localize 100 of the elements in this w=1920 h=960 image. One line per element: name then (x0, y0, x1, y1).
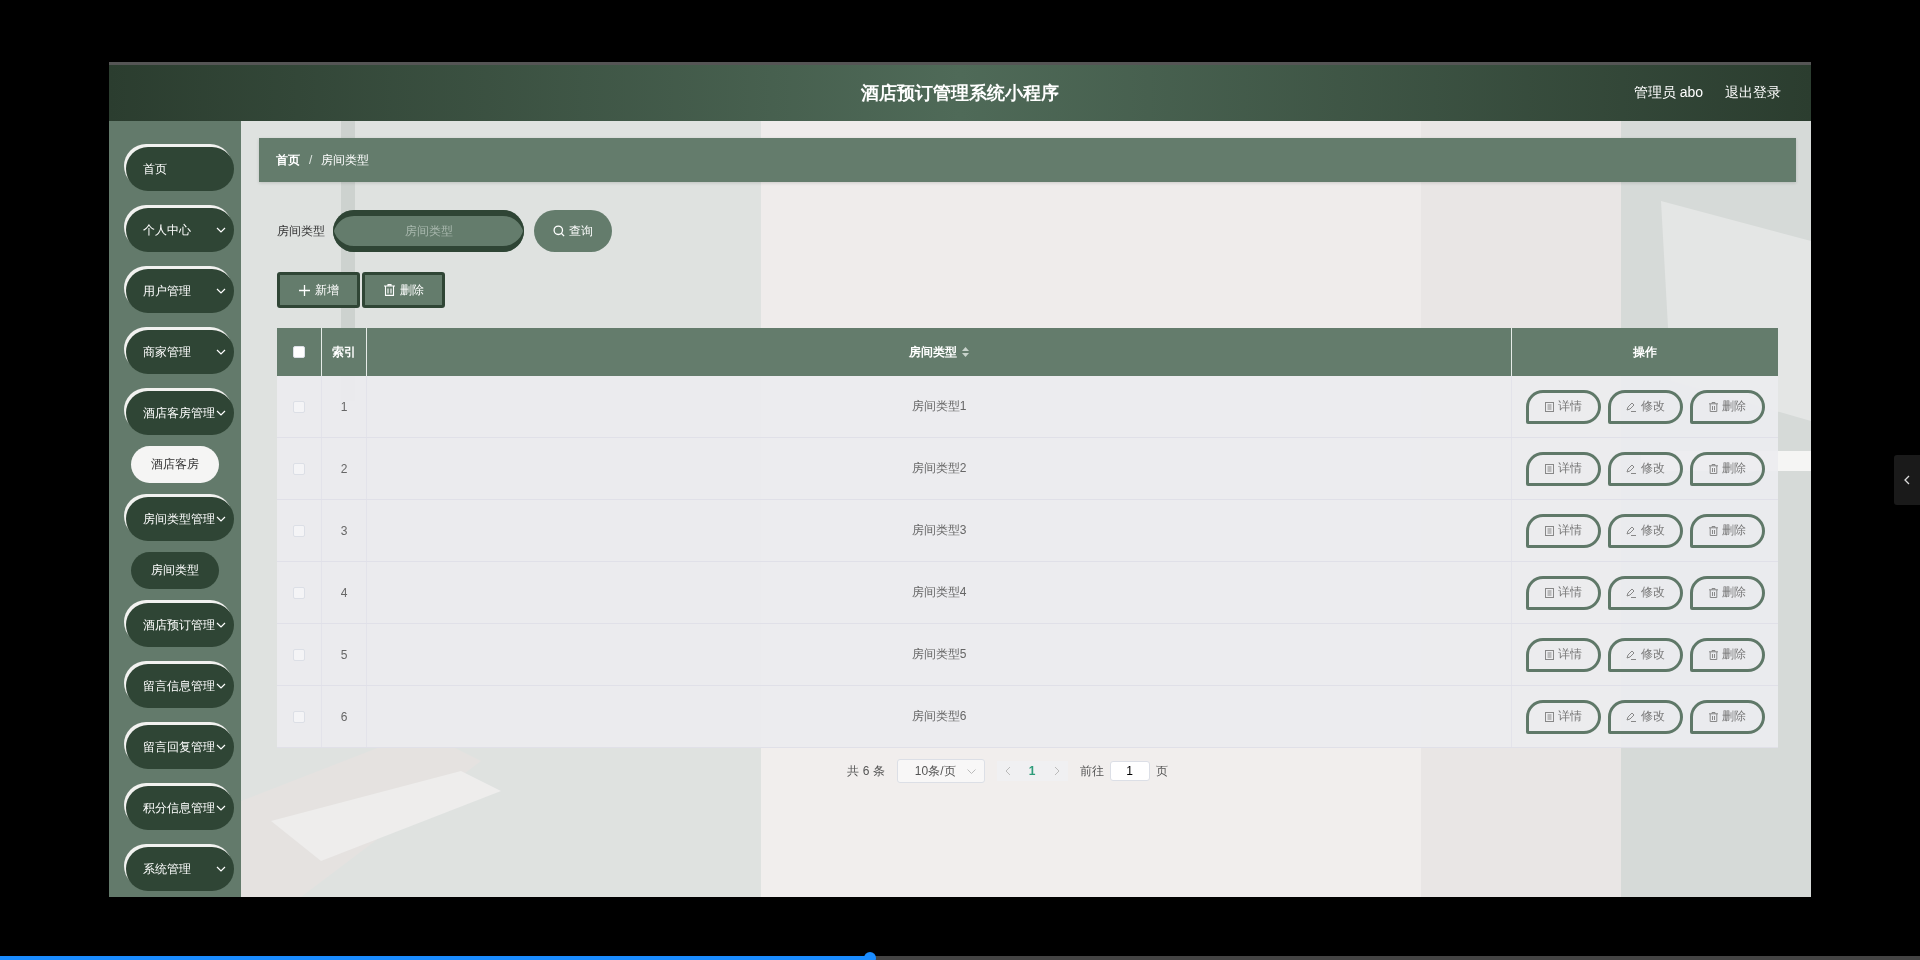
menu-item[interactable]: 留言回复管理 (126, 725, 234, 769)
table-cell: 房间类型2 (911, 460, 967, 477)
chevron-icon (216, 349, 226, 355)
menu-item[interactable]: 积分信息管理 (126, 786, 234, 830)
document-icon (1544, 463, 1554, 474)
logout-link[interactable]: 退出登录 (1725, 84, 1781, 102)
edit-button[interactable]: 修改 (1607, 699, 1683, 734)
trash-icon (383, 284, 395, 296)
menu-item[interactable]: 个人中心 (126, 208, 234, 252)
menu-item[interactable]: 留言信息管理 (126, 664, 234, 708)
goto-page-field[interactable]: 1 (1109, 761, 1150, 781)
chevron-icon (216, 805, 226, 811)
table-cell: 5 (340, 647, 348, 662)
detail-button[interactable]: 详情 (1525, 389, 1601, 424)
delete-button[interactable]: 删除 (1689, 575, 1765, 610)
search-label: 房间类型 (277, 222, 325, 240)
table-cell: 房间类型6 (911, 708, 967, 725)
table-cell: 3 (340, 523, 348, 538)
table-cell: 房间类型4 (911, 584, 967, 601)
trash-icon (1708, 649, 1718, 660)
breadcrumb-link[interactable]: 首页 (276, 151, 300, 169)
table-cell: 房间类型5 (911, 646, 967, 663)
user-name: 管理员 abo (1633, 84, 1703, 102)
document-icon (1544, 649, 1554, 660)
edit-button[interactable]: 修改 (1607, 575, 1683, 610)
select-all-checkbox[interactable] (293, 346, 305, 358)
chevron-down-icon (966, 768, 976, 774)
trash-icon (1708, 711, 1718, 722)
delete-button[interactable]: 删除 (362, 272, 445, 308)
menu-item[interactable]: 系统管理 (126, 847, 234, 891)
row-checkbox[interactable] (293, 586, 305, 599)
page-size-select[interactable]: 10条/页 (896, 759, 985, 783)
menu-item[interactable]: 房间类型管理 (126, 497, 234, 541)
menu-item[interactable]: 商家管理 (126, 330, 234, 374)
pencil-icon (1625, 587, 1637, 598)
menu-item[interactable]: 首页 (126, 147, 234, 191)
page-number[interactable]: 1 (1028, 764, 1036, 778)
chevron-icon (216, 516, 226, 522)
edit-button[interactable]: 修改 (1607, 637, 1683, 672)
search-field[interactable]: 房间类型 (333, 210, 524, 252)
row-checkbox[interactable] (293, 400, 305, 413)
submenu-item[interactable]: 房间类型 (131, 552, 219, 589)
row-checkbox[interactable] (293, 648, 305, 661)
trash-icon (1708, 587, 1718, 598)
goto-label: 前往 (1079, 762, 1104, 780)
sort-icon[interactable] (962, 347, 969, 357)
breadcrumb-separator: / (309, 153, 313, 167)
trash-icon (1708, 401, 1718, 412)
edit-button[interactable]: 修改 (1607, 451, 1683, 486)
app-title: 酒店预订管理系统小程序 (861, 82, 1059, 105)
chevron-icon (216, 410, 226, 416)
document-icon (1544, 525, 1554, 536)
detail-button[interactable]: 详情 (1525, 451, 1601, 486)
row-checkbox[interactable] (293, 524, 305, 537)
table-cell: 房间类型1 (911, 398, 967, 415)
delete-button[interactable]: 删除 (1689, 699, 1765, 734)
detail-button[interactable]: 详情 (1525, 575, 1601, 610)
menu-item[interactable]: 酒店预订管理 (126, 603, 234, 647)
pencil-icon (1625, 649, 1637, 660)
chevron-icon (216, 866, 226, 872)
plus-icon (298, 284, 310, 296)
table-cell: 6 (340, 709, 348, 724)
menu-item[interactable]: 酒店客房管理 (126, 391, 234, 435)
document-icon (1544, 587, 1554, 598)
document-icon (1544, 401, 1554, 412)
chevron-icon (216, 288, 226, 294)
edit-button[interactable]: 修改 (1607, 513, 1683, 548)
row-checkbox[interactable] (293, 462, 305, 475)
add-button[interactable]: 新增 (277, 272, 360, 308)
trash-icon (1708, 525, 1718, 536)
delete-button[interactable]: 删除 (1689, 389, 1765, 424)
chevron-icon (216, 683, 226, 689)
column-header: 操作 (1633, 343, 1657, 361)
search-icon (553, 225, 565, 237)
detail-button[interactable]: 详情 (1525, 513, 1601, 548)
delete-button[interactable]: 删除 (1689, 637, 1765, 672)
detail-button[interactable]: 详情 (1525, 637, 1601, 672)
chevron-icon (216, 744, 226, 750)
pencil-icon (1625, 711, 1637, 722)
chevron-left-icon (1904, 475, 1910, 485)
edit-button[interactable]: 修改 (1607, 389, 1683, 424)
delete-button[interactable]: 删除 (1689, 451, 1765, 486)
chevron-icon (216, 227, 226, 233)
delete-button[interactable]: 删除 (1689, 513, 1765, 548)
menu-item[interactable]: 用户管理 (126, 269, 234, 313)
row-checkbox[interactable] (293, 710, 305, 723)
search-button[interactable]: 查询 (534, 210, 612, 252)
next-page-icon[interactable] (1053, 766, 1060, 776)
column-header: 索引 (332, 343, 356, 361)
table-cell: 1 (340, 399, 348, 414)
chevron-icon (216, 622, 226, 628)
document-icon (1544, 711, 1554, 722)
total-count: 共 6 条 (847, 762, 885, 780)
detail-button[interactable]: 详情 (1525, 699, 1601, 734)
collapse-tab[interactable] (1894, 455, 1920, 505)
submenu-item[interactable]: 酒店客房 (131, 446, 219, 483)
table-cell: 4 (340, 585, 348, 600)
pencil-icon (1625, 401, 1637, 412)
page-suffix: 页 (1155, 762, 1168, 780)
previous-page-icon[interactable] (1004, 766, 1011, 776)
